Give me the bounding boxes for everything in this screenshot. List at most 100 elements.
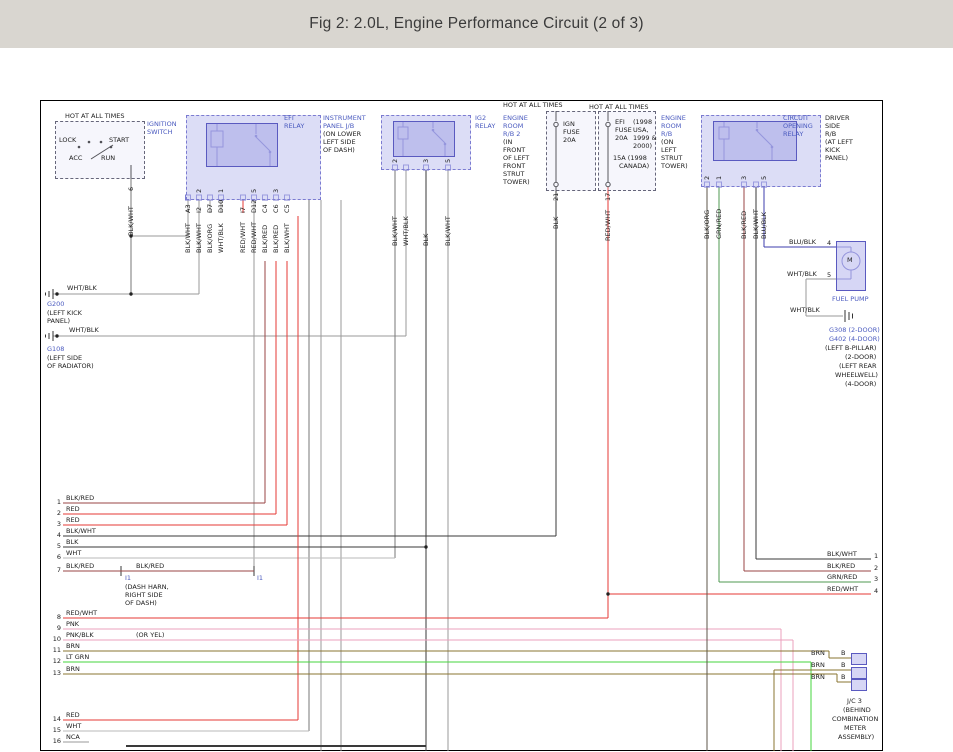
terminal-label: I7 (240, 207, 247, 213)
connector-location: OF DASH) (125, 600, 157, 607)
ground-location: (LEFT REAR (839, 363, 877, 370)
jc-location: ASSEMBLY) (838, 734, 874, 741)
wire-number: 16 (49, 738, 61, 745)
wire-color-label: WHT (66, 723, 81, 730)
hot-label: HOT AT ALL TIMES (65, 113, 125, 120)
jc-connector-box (851, 653, 867, 665)
wire-color-label: BLK/WHT (66, 528, 96, 535)
wiring-diagram: HOT AT ALL TIMES HOT AT ALL TIMES HOT AT… (40, 100, 883, 751)
wire-color-label: WHT/BLK (67, 285, 97, 292)
wire-color-label: BRN (811, 650, 825, 657)
wire-color-label: BLK/WHT (392, 216, 399, 246)
wire-number: 2 (49, 510, 61, 517)
wire-color-label: BLU/BLK (761, 212, 768, 239)
connector-location: (DASH HARN, (125, 584, 169, 591)
ign-fuse-label: FUSE (563, 129, 580, 136)
ig2-relay-name: IG2 (475, 115, 486, 122)
ground-id: G108 (47, 346, 64, 353)
wire-color-label: WHT/BLK (218, 223, 225, 253)
wire-number: 15 (49, 727, 61, 734)
relay-pin: 2 (196, 189, 203, 193)
wire-number: 11 (49, 647, 61, 654)
driver-rb-location: DRIVER (825, 115, 850, 122)
switch-position-acc: ACC (69, 155, 82, 162)
ignition-switch-name: SWITCH (147, 129, 173, 136)
wire-color-label: BLK/RED (827, 563, 855, 570)
cor-relay-name: RELAY (783, 131, 803, 138)
ground-location: OF RADIATOR) (47, 363, 94, 370)
efi-relay-name: RELAY (284, 123, 304, 130)
switch-position-lock: LOCK (59, 137, 76, 144)
terminal-label: 5 (827, 272, 831, 279)
wire-number: 12 (49, 658, 61, 665)
figure-title: Fig 2: 2.0L, Engine Performance Circuit … (309, 15, 643, 33)
rb2-location: R/B 2 (503, 131, 520, 138)
cor-relay-name: CIRCUIT (783, 115, 809, 122)
ground-id: G200 (47, 301, 64, 308)
terminal-label: B (841, 650, 845, 657)
efi-fuse-note: 2000) (633, 143, 652, 150)
ground-id: G308 (2-DOOR) (829, 327, 880, 334)
wire-color-label: BLK/WHT (196, 223, 203, 253)
wire-color-label: BLK/RED (66, 563, 94, 570)
wire-color-label: RED (66, 517, 80, 524)
efi-relay-box (206, 123, 278, 167)
efi-fuse-note: (1998 (633, 119, 652, 126)
wire-color-label: BLK/WHT (445, 216, 452, 246)
wire-color-label: WHT (66, 550, 81, 557)
relay-pin: 5 (761, 176, 768, 180)
wire-color-label: RED/WHT (251, 222, 258, 253)
rb-location: ENGINE (661, 115, 686, 122)
wire-color-label: PNK (66, 621, 79, 628)
relay-pin: 3 (741, 176, 748, 180)
fuel-pump-box (836, 241, 866, 291)
wire-color-label: RED (66, 506, 80, 513)
wire-color-label: BLK/WHT (128, 206, 135, 236)
wire-color-label: BLU/BLK (789, 239, 816, 246)
ground-location: WHEELWELL) (835, 372, 878, 379)
rb2-location: OF LEFT (503, 155, 529, 162)
ground-location: (LEFT KICK (47, 310, 82, 317)
wire-color-label: LT GRN (66, 654, 89, 661)
wire-color-label: BLK/RED (262, 225, 269, 253)
terminal-label: B (841, 662, 845, 669)
rb2-location: FRONT (503, 163, 525, 170)
rb2-location: STRUT (503, 171, 524, 178)
wire-number: 7 (49, 567, 61, 574)
efi-relay-name: EFI (284, 115, 294, 122)
wire-color-label: BLK/RED (136, 563, 164, 570)
wire-color-label: RED/WHT (605, 210, 612, 241)
wire-color-label: BLK/RED (273, 225, 280, 253)
jc-connector-box (851, 679, 867, 691)
wire-color-label: RED (66, 712, 80, 719)
wire-number: 10 (49, 636, 61, 643)
motor-symbol: M (847, 257, 853, 264)
wire-color-label: GRN/RED (827, 574, 857, 581)
ign-fuse-label: 20A (563, 137, 576, 144)
terminal-label: I2 (196, 207, 203, 213)
relay-pin: 2 (704, 176, 711, 180)
terminal-label: C6 (273, 204, 280, 213)
jc-connector-box (851, 667, 867, 679)
rb2-location: ROOM (503, 123, 523, 130)
terminal-label: 6 (128, 187, 135, 191)
terminal-label: B (841, 674, 845, 681)
wire-color-label: BRN (66, 643, 80, 650)
terminal-label: 17 (605, 193, 612, 201)
wire-number: 1 (49, 499, 61, 506)
connector-location: RIGHT SIDE (125, 592, 163, 599)
wire-color-label: GRN/RED (716, 209, 723, 239)
ign-fuse-label: IGN (563, 121, 575, 128)
wire-color-label: BLK/RED (741, 211, 748, 239)
wire-number: 8 (49, 614, 61, 621)
wire-color-label: RED/WHT (827, 586, 858, 593)
efi-fuse-note: 1999 & (633, 135, 657, 142)
terminal-label: C5 (284, 204, 291, 213)
efi-fuse-note: 15A (1998 (613, 155, 647, 162)
wiring-layer (41, 101, 884, 752)
efi-fuse-note: CANADA) (619, 163, 649, 170)
ground-location: (LEFT B-PILLAR) (825, 345, 876, 352)
wire-color-label: BLK/WHT (827, 551, 857, 558)
wire-number: 2 (874, 565, 878, 572)
relay-pin: 5 (445, 159, 452, 163)
